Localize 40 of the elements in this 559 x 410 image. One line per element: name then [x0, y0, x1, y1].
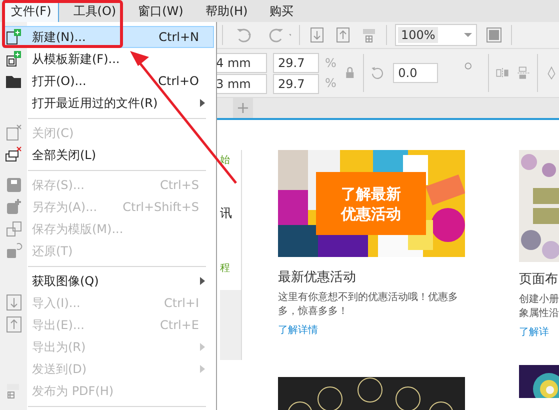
menu-icon — [5, 294, 23, 312]
degree-icon — [464, 61, 472, 71]
card-title: 页面布 — [519, 271, 559, 288]
details-link[interactable]: 了解详 — [519, 325, 559, 339]
card-description: 创建小册象属性沿 — [519, 293, 559, 321]
unit-label: % — [325, 54, 336, 72]
menu-icon — [5, 316, 23, 334]
menu-item[interactable]: 获取图像(Q) — [3, 270, 214, 292]
menu-icon — [5, 220, 23, 238]
menu-item[interactable]: 打开(O)... Ctrl+O — [3, 70, 214, 92]
export-icon[interactable] — [334, 26, 352, 44]
angle-field[interactable]: 0.0 — [393, 63, 438, 83]
pdf-icon[interactable] — [360, 26, 378, 44]
menu-item[interactable]: 工具(O) — [65, 0, 124, 22]
menu-icon — [5, 28, 23, 46]
menu-icon — [5, 198, 23, 216]
sidebar-text: 讯 — [220, 206, 232, 220]
menu-item[interactable]: 窗口(W) — [130, 0, 192, 22]
menu-item[interactable]: 新建(N)... Ctrl+N — [3, 26, 214, 48]
import-icon[interactable] — [308, 26, 326, 44]
menu-icon — [5, 242, 23, 260]
unit-label: % — [325, 74, 336, 92]
zoom-dropdown[interactable]: 100% — [395, 24, 477, 46]
scale-field[interactable]: 29.7 — [273, 52, 319, 72]
menu-icon — [5, 146, 23, 164]
flip-icon[interactable] — [516, 64, 532, 82]
menu-icon — [5, 50, 23, 68]
menu-icon — [5, 176, 23, 194]
menu-item[interactable]: 全部关闭(L) — [3, 144, 214, 166]
card-title: 最新优惠活动 — [278, 269, 357, 286]
rotate-icon[interactable] — [370, 64, 386, 82]
card-description: 这里有你意想不到的优惠活动哦！优惠多多，惊喜多多！ — [278, 291, 459, 319]
menu-item[interactable]: 打开最近用过的文件(R) — [3, 92, 214, 114]
details-link[interactable]: 了解详情 — [278, 323, 470, 337]
menu-item[interactable]: 从模板新建(F)... — [3, 48, 214, 70]
menu-item[interactable]: 帮助(H) — [197, 0, 256, 22]
scale-field[interactable]: 29.7 — [273, 74, 319, 94]
fullscreen-icon[interactable] — [485, 26, 503, 44]
menu-icon — [5, 124, 23, 142]
menu-item[interactable]: 购买 — [262, 0, 302, 22]
